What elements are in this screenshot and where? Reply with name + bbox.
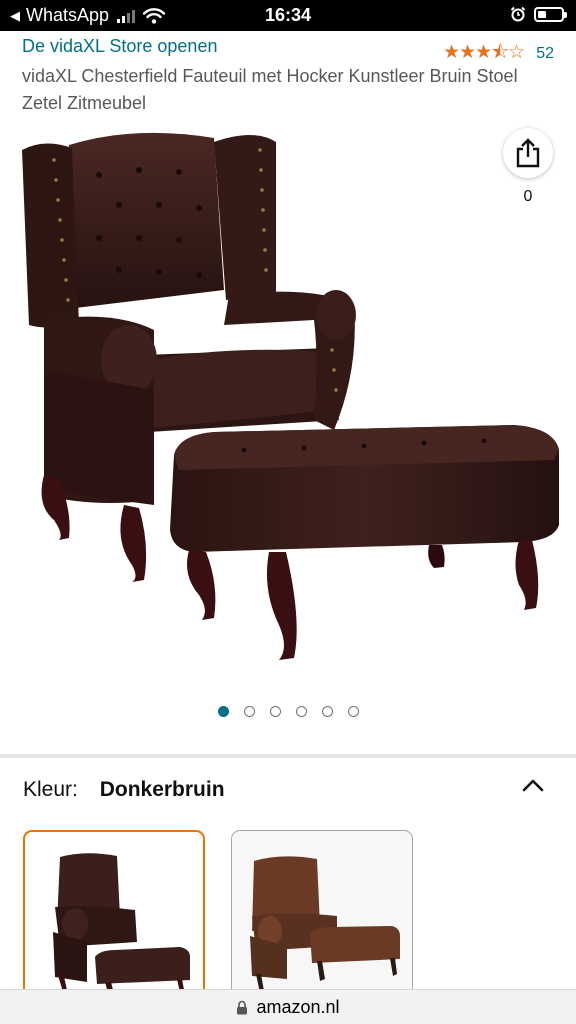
rating-count[interactable]: 52 xyxy=(536,45,554,63)
color-value: Donkerbruin xyxy=(99,778,225,801)
chevron-up-icon[interactable] xyxy=(520,774,546,796)
browser-url-bar[interactable]: amazon.nl xyxy=(0,989,576,1024)
section-divider xyxy=(0,754,576,758)
carousel-dot[interactable] xyxy=(347,706,359,717)
color-swatch-donkerbruin[interactable] xyxy=(23,830,205,1005)
status-bar: ◀ WhatsApp 16:34 xyxy=(0,0,576,31)
product-image[interactable] xyxy=(14,120,564,680)
carousel-dot[interactable] xyxy=(269,706,281,717)
color-label: Kleur: xyxy=(23,778,78,801)
carousel-dot[interactable] xyxy=(243,706,255,717)
color-selection-header: Kleur: Donkerbruin xyxy=(23,778,225,802)
swatch-image-donkerbruin xyxy=(53,853,190,1000)
carousel-dot[interactable] xyxy=(321,706,333,717)
share-count: 0 xyxy=(523,188,533,205)
battery-level xyxy=(538,10,546,18)
carousel-dot[interactable] xyxy=(217,706,229,717)
alarm-icon xyxy=(510,6,526,22)
product-title: vidaXL Chesterfield Fauteuil met Hocker … xyxy=(22,66,518,113)
color-swatch-bruin[interactable] xyxy=(231,830,413,1005)
lock-icon xyxy=(237,1000,248,1014)
carousel-dot[interactable] xyxy=(295,706,307,717)
store-link[interactable]: De vidaXL Store openen xyxy=(22,36,217,57)
status-time: 16:34 xyxy=(264,5,312,25)
url-text: amazon.nl xyxy=(256,996,340,1017)
swatch-image-bruin xyxy=(250,856,400,993)
share-icon xyxy=(516,138,540,168)
battery-icon xyxy=(534,6,567,22)
share-button[interactable] xyxy=(503,128,553,178)
image-carousel-dots[interactable] xyxy=(0,706,576,717)
